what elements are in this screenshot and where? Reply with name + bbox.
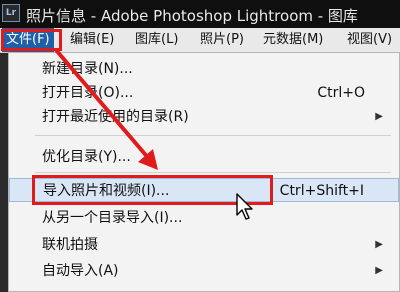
menu-item-label: 新建目录(N)... (42, 61, 133, 77)
menu-item-import-from-catalog[interactable]: 从另一个目录导入(I)... (9, 206, 399, 230)
menu-item-label: 联机拍摄 (42, 237, 98, 253)
menu-item-label: 打开最近使用的目录(R) (42, 109, 189, 125)
menu-library[interactable]: 图库(L) (135, 28, 178, 52)
lightroom-app-icon: Lr (2, 4, 20, 22)
menu-item-new-catalog[interactable]: 新建目录(N)... (9, 57, 399, 81)
submenu-arrow-icon: ▶ (375, 265, 383, 276)
menu-item-label: 优化目录(Y)... (42, 149, 131, 165)
menu-separator (35, 135, 391, 136)
mouse-cursor-icon (236, 193, 253, 220)
menu-separator (35, 172, 391, 173)
submenu-arrow-icon: ▶ (375, 111, 383, 122)
menu-item-label: 自动导入(A) (42, 263, 119, 279)
menu-photo[interactable]: 照片(P) (200, 28, 244, 52)
menu-item-open-recent[interactable]: 打开最近使用的目录(R) ▶ (9, 105, 399, 129)
window-title: 照片信息 - Adobe Photoshop Lightroom - 图库 (26, 7, 358, 25)
menu-item-label: 从另一个目录导入(I)... (42, 210, 183, 226)
menu-item-optimize-catalog[interactable]: 优化目录(Y)... (9, 145, 399, 169)
menu-item-auto-import[interactable]: 自动导入(A) ▶ (9, 259, 399, 283)
file-menu-highlight-box (1, 29, 62, 51)
file-dropdown-menu: 新建目录(N)... 打开目录(O)... Ctrl+O 打开最近使用的目录(R… (8, 52, 400, 292)
menu-item-shortcut: Ctrl+O (317, 85, 365, 101)
submenu-arrow-icon: ▶ (375, 239, 383, 250)
window-titlebar: Lr 照片信息 - Adobe Photoshop Lightroom - 图库 (0, 0, 400, 28)
menu-item-open-catalog[interactable]: 打开目录(O)... Ctrl+O (9, 81, 399, 105)
menu-edit[interactable]: 编辑(E) (70, 28, 114, 52)
menu-metadata[interactable]: 元数据(M) (263, 28, 323, 52)
menu-item-label: 打开目录(O)... (42, 85, 134, 101)
menu-view[interactable]: 视图(V) (347, 28, 392, 52)
menu-item-tethered-capture[interactable]: 联机拍摄 ▶ (9, 233, 399, 257)
menu-item-shortcut: Ctrl+Shift+I (279, 183, 364, 199)
